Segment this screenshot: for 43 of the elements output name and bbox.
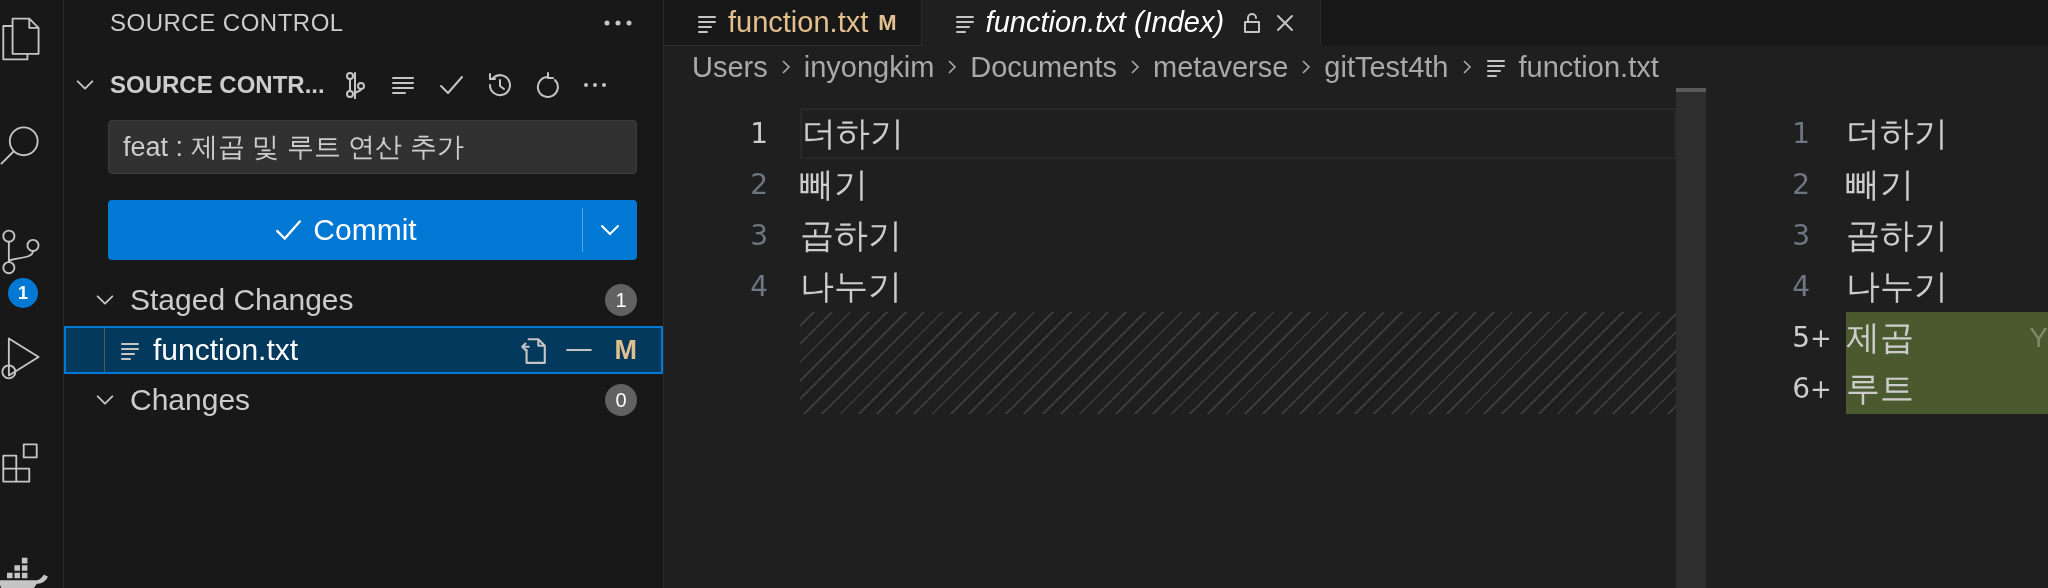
added-marker: + <box>1810 322 1833 353</box>
line-number: 1 <box>1791 117 1810 150</box>
line-number: 2 <box>749 168 768 201</box>
line-number: 3 <box>749 219 768 252</box>
line-number: 5 <box>1791 321 1810 354</box>
breadcrumb-item[interactable]: gitTest4th <box>1324 50 1449 84</box>
code-line: 빼기 <box>800 163 868 205</box>
editor-tab[interactable]: function.txt (Index) <box>921 0 1322 46</box>
line-number: 6 <box>1791 372 1810 405</box>
group-title[interactable]: Changes <box>130 383 605 417</box>
code-line: 루트 <box>1846 367 1914 409</box>
line-number: 1 <box>749 117 768 150</box>
code-line: 나누기 <box>800 265 902 307</box>
line-number: 4 <box>749 270 768 303</box>
section-title[interactable]: SOURCE CONTR... <box>110 71 325 99</box>
file-item[interactable]: function.txt M <box>64 326 663 374</box>
code-line: 나누기 <box>1846 265 1948 307</box>
editor-tab[interactable]: function.txt M <box>664 0 922 46</box>
count-badge: 1 <box>605 284 637 316</box>
code-line: 곱하기 <box>800 214 902 256</box>
count-badge: 0 <box>605 384 637 416</box>
group-title[interactable]: Staged Changes <box>130 283 605 317</box>
blame-annotation: Y <box>2029 321 2048 354</box>
breadcrumb-item[interactable]: Users <box>692 50 768 84</box>
line-number: 3 <box>1791 219 1810 252</box>
code-line: 더하기 <box>802 112 904 154</box>
commit-message-field[interactable]: feat : 제곱 및 루트 연산 추가 <box>108 120 637 174</box>
scrollbar[interactable] <box>1676 88 1706 588</box>
breadcrumb-item[interactable]: Documents <box>970 50 1117 84</box>
line-number: 4 <box>1791 270 1810 303</box>
breadcrumb-item[interactable]: metaverse <box>1152 50 1289 84</box>
line-number: 2 <box>1791 168 1810 201</box>
code-line: 곱하기 <box>1846 214 1948 256</box>
breadcrumb-item[interactable]: inyongkim <box>803 50 935 84</box>
code-line: 더하기 <box>1846 112 1948 154</box>
code-line: 제곱 <box>1846 316 1914 358</box>
sidebar-title: SOURCE CONTROL <box>110 8 344 37</box>
badge-count: 1 <box>8 278 38 308</box>
file-name: function.txt <box>153 333 300 367</box>
breadcrumb-item[interactable]: function.txt <box>1484 50 1659 84</box>
code-line: 빼기 <box>1846 163 1914 205</box>
added-marker: + <box>1810 373 1833 404</box>
status-letter: M <box>614 334 637 366</box>
